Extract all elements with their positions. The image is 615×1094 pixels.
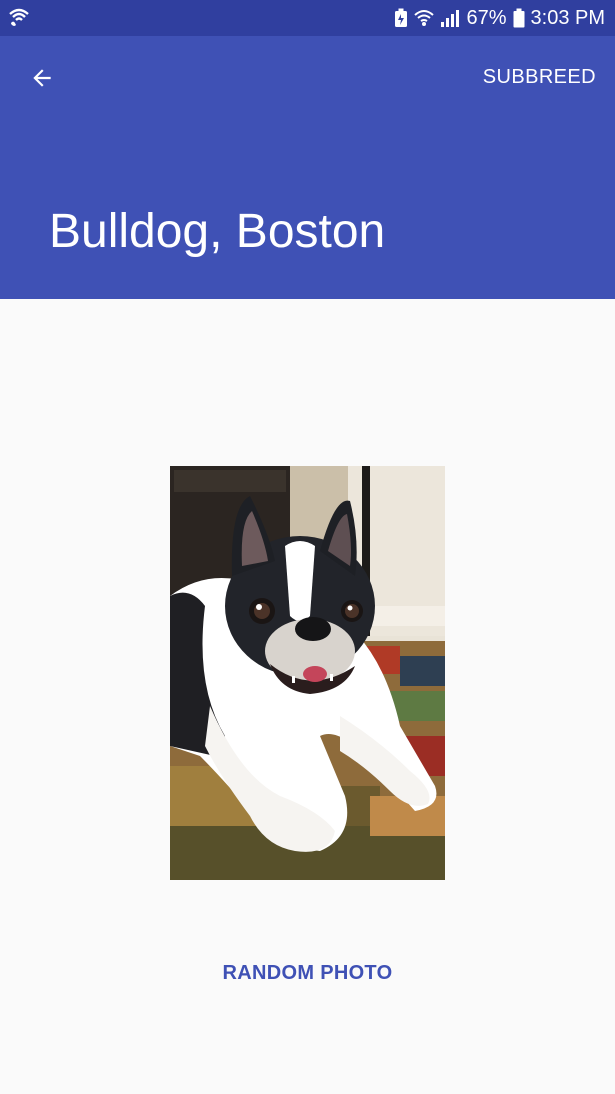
status-icons: 67% 3:03 PM — [394, 0, 605, 36]
dog-photo — [170, 466, 445, 880]
wifi-icon — [414, 9, 435, 27]
app-bar: SUBBREED Bulldog, Boston — [0, 36, 615, 299]
clock: 3:03 PM — [530, 6, 605, 29]
back-button[interactable] — [22, 58, 62, 98]
signal-icon — [440, 9, 460, 27]
status-bar: 67% 3:03 PM — [0, 0, 615, 36]
arrow-back-icon — [33, 69, 51, 87]
page-title: Bulldog, Boston — [49, 205, 386, 258]
battery-percent: 67% — [466, 6, 507, 29]
battery-saver-icon — [394, 8, 408, 28]
random-photo-button[interactable]: RANDOM PHOTO — [0, 962, 615, 985]
subbreed-button[interactable]: SUBBREED — [483, 66, 596, 89]
wifi-calling-icon — [8, 6, 30, 28]
random-photo-button-label[interactable]: RANDOM PHOTO — [223, 962, 393, 984]
battery-icon — [513, 8, 525, 28]
